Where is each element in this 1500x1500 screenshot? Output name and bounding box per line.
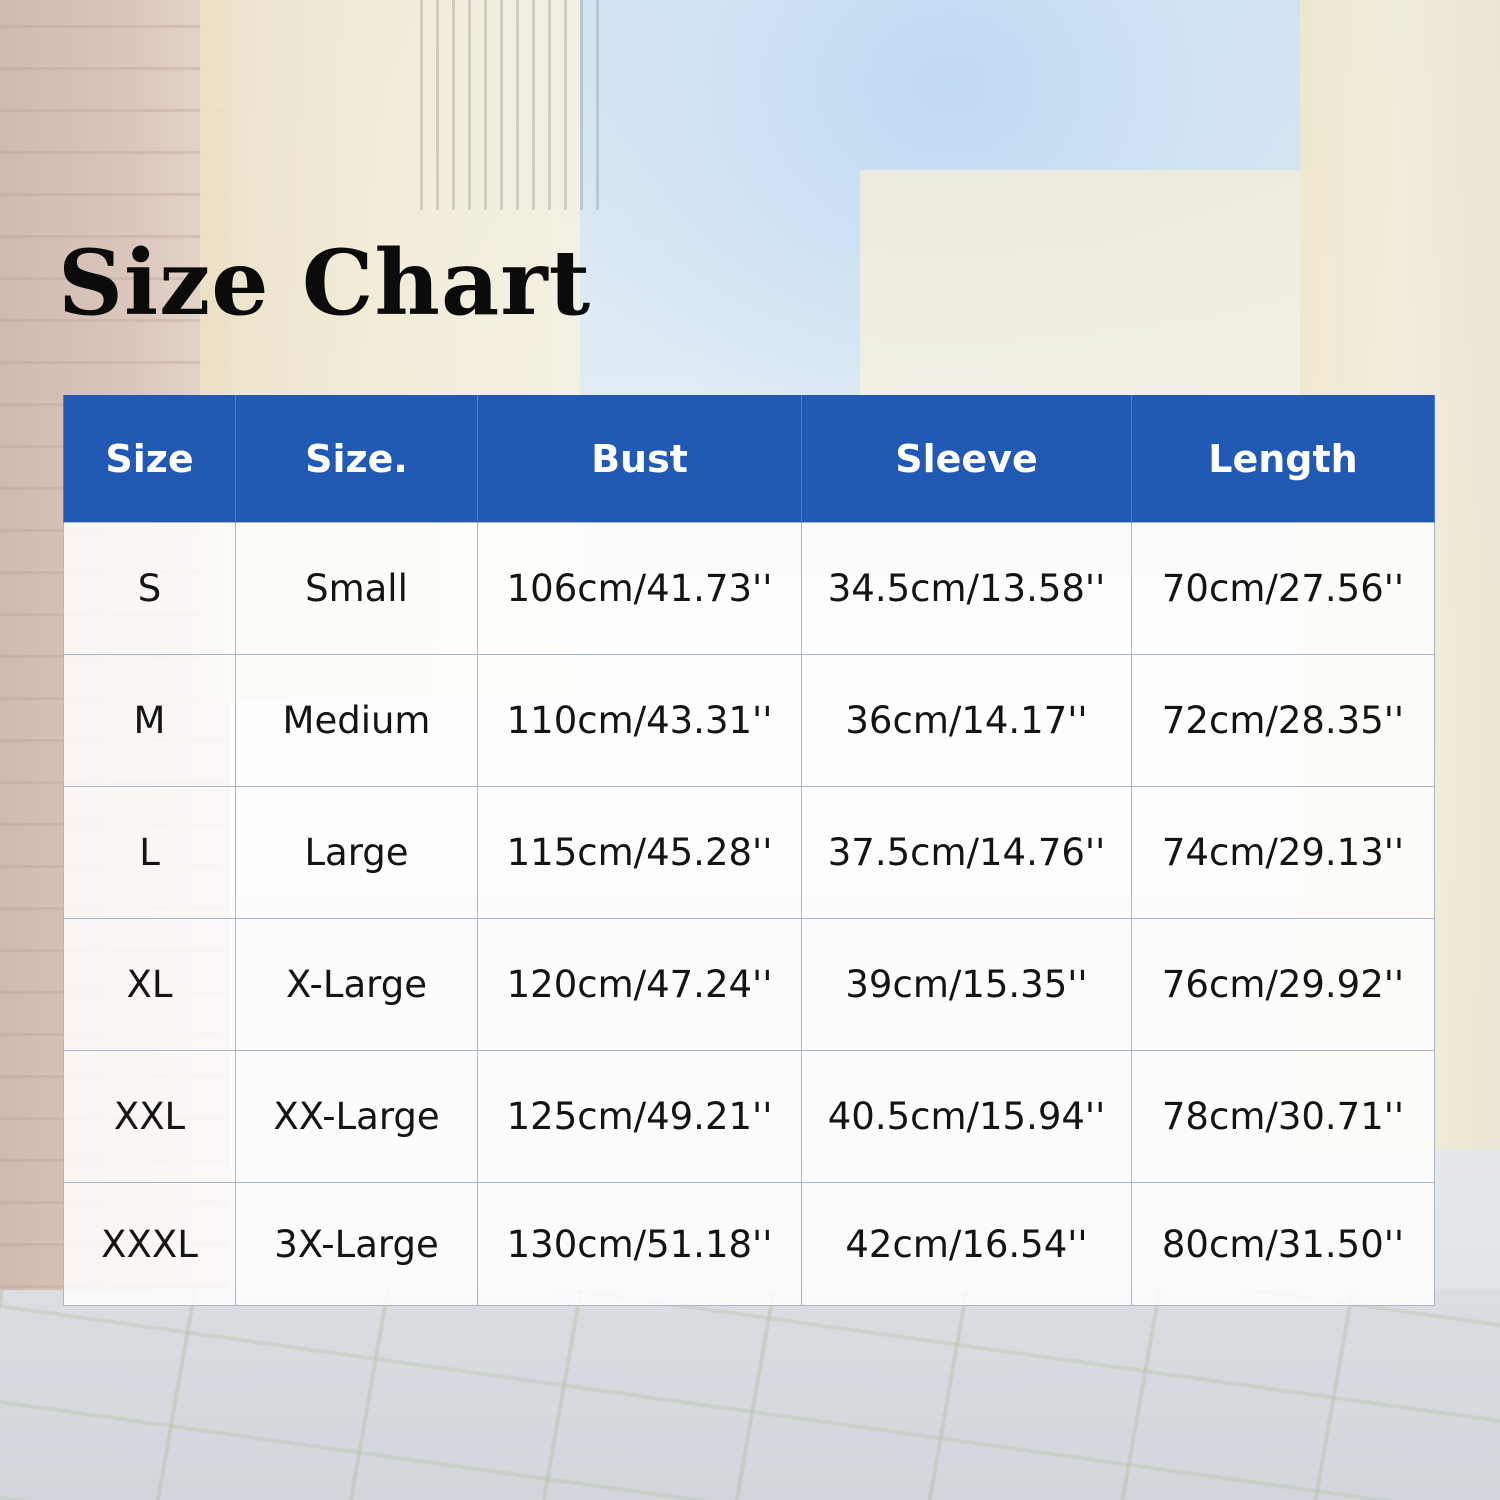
cell-size-code: XXL — [63, 1050, 236, 1183]
cell-bust: 115cm/45.28'' — [477, 786, 802, 919]
cell-length: 78cm/30.71'' — [1131, 1050, 1435, 1183]
cell-bust: 110cm/43.31'' — [477, 654, 802, 787]
header-size-name: Size. — [235, 395, 478, 523]
cell-size-name: X-Large — [235, 918, 478, 1051]
header-length: Length — [1131, 395, 1435, 523]
header-bust: Bust — [477, 395, 802, 523]
cell-size-name: Large — [235, 786, 478, 919]
table-row: XXXL 3X-Large 130cm/51.18'' 42cm/16.54''… — [63, 1182, 1435, 1306]
cell-sleeve: 40.5cm/15.94'' — [801, 1050, 1132, 1183]
cell-size-name: 3X-Large — [235, 1182, 478, 1306]
cell-bust: 120cm/47.24'' — [477, 918, 802, 1051]
size-table: Size Size. Bust Sleeve Length S Small 10… — [63, 395, 1435, 1306]
cell-size-code: XL — [63, 918, 236, 1051]
cell-length: 72cm/28.35'' — [1131, 654, 1435, 787]
cell-sleeve: 42cm/16.54'' — [801, 1182, 1132, 1306]
header-sleeve: Sleeve — [801, 395, 1132, 523]
cell-size-code: XXXL — [63, 1182, 236, 1306]
cell-length: 76cm/29.92'' — [1131, 918, 1435, 1051]
cell-sleeve: 34.5cm/13.58'' — [801, 522, 1132, 655]
cell-sleeve: 36cm/14.17'' — [801, 654, 1132, 787]
table-row: XXL XX-Large 125cm/49.21'' 40.5cm/15.94'… — [63, 1050, 1435, 1183]
cell-size-code: L — [63, 786, 236, 919]
cell-size-name: Small — [235, 522, 478, 655]
cell-size-code: S — [63, 522, 236, 655]
cell-sleeve: 39cm/15.35'' — [801, 918, 1132, 1051]
cell-bust: 125cm/49.21'' — [477, 1050, 802, 1183]
page-title: Size Chart — [58, 230, 592, 336]
cell-length: 70cm/27.56'' — [1131, 522, 1435, 655]
cell-length: 80cm/31.50'' — [1131, 1182, 1435, 1306]
header-row: Size Size. Bust Sleeve Length — [63, 395, 1435, 523]
header-size-code: Size — [63, 395, 236, 523]
cell-sleeve: 37.5cm/14.76'' — [801, 786, 1132, 919]
cell-length: 74cm/29.13'' — [1131, 786, 1435, 919]
cell-size-name: Medium — [235, 654, 478, 787]
cell-size-code: M — [63, 654, 236, 787]
table-row: L Large 115cm/45.28'' 37.5cm/14.76'' 74c… — [63, 786, 1435, 919]
table-row: S Small 106cm/41.73'' 34.5cm/13.58'' 70c… — [63, 522, 1435, 655]
cell-bust: 130cm/51.18'' — [477, 1182, 802, 1306]
cell-bust: 106cm/41.73'' — [477, 522, 802, 655]
table-row: M Medium 110cm/43.31'' 36cm/14.17'' 72cm… — [63, 654, 1435, 787]
table-row: XL X-Large 120cm/47.24'' 39cm/15.35'' 76… — [63, 918, 1435, 1051]
size-table-body: S Small 106cm/41.73'' 34.5cm/13.58'' 70c… — [63, 522, 1435, 1306]
cell-size-name: XX-Large — [235, 1050, 478, 1183]
size-table-header: Size Size. Bust Sleeve Length — [63, 395, 1435, 523]
